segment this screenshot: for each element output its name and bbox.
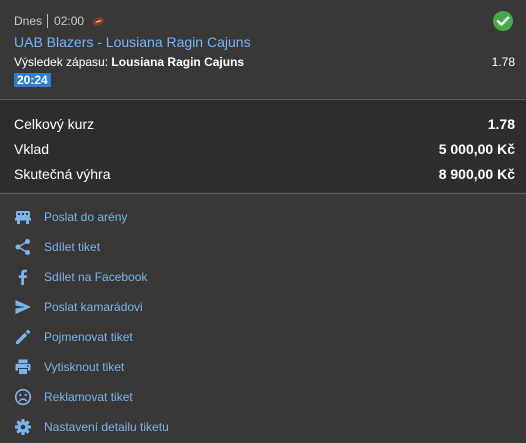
share-facebook-label: Sdílet na Facebook <box>44 270 148 284</box>
payout-row: Skutečná výhra 8 900,00 Kč <box>14 166 515 186</box>
payout-value: 8 900,00 Kč <box>438 166 515 182</box>
rename-ticket-label: Pojmenovat tiket <box>44 330 133 344</box>
live-time-badge: 20:24 <box>14 73 51 87</box>
meta-separator <box>47 14 49 28</box>
arena-icon <box>14 208 32 226</box>
ticket-actions: Poslat do arény Sdílet tiket Sdílet na F… <box>0 194 526 443</box>
ticket-summary: Celkový kurz 1.78 Vklad 5 000,00 Kč Skut… <box>0 100 526 192</box>
total-odds-value: 1.78 <box>487 116 515 132</box>
ticket-detail-settings-button[interactable]: Nastavení detailu tiketu <box>14 415 314 439</box>
send-to-arena-button[interactable]: Poslat do arény <box>14 205 314 229</box>
stake-value: 5 000,00 Kč <box>438 141 515 157</box>
send-icon <box>14 298 32 316</box>
ticket-detail: Dnes 02:00 UAB Blazers - Lousiana Ragin … <box>0 0 526 443</box>
total-odds-label: Celkový kurz <box>14 116 95 132</box>
match-meta: Dnes 02:00 <box>14 13 105 29</box>
check-circle-icon <box>493 11 513 31</box>
match-time: 02:00 <box>54 14 85 28</box>
print-ticket-label: Vytisknout tiket <box>44 360 125 374</box>
share-ticket-button[interactable]: Sdílet tiket <box>14 235 314 259</box>
share-facebook-button[interactable]: Sdílet na Facebook <box>14 265 314 289</box>
share-icon <box>14 238 32 256</box>
selection-name: Lousiana Ragin Cajuns <box>111 55 245 69</box>
send-to-friend-button[interactable]: Poslat kamarádovi <box>14 295 314 319</box>
match-day: Dnes <box>14 14 43 28</box>
ticket-detail-settings-label: Nastavení detailu tiketu <box>44 420 169 434</box>
payout-label: Skutečná výhra <box>14 166 111 182</box>
pencil-icon <box>14 328 32 346</box>
facebook-icon <box>14 268 32 286</box>
market-line: Výsledek zápasu: Lousiana Ragin Cajuns <box>14 55 244 69</box>
market-label: Výsledek zápasu: <box>14 55 109 69</box>
selection-odds: 1.78 <box>491 55 515 69</box>
send-to-arena-label: Poslat do arény <box>44 210 128 224</box>
print-ticket-button[interactable]: Vytisknout tiket <box>14 355 314 379</box>
complain-ticket-button[interactable]: Reklamovat tiket <box>14 385 314 409</box>
gear-icon <box>14 418 32 436</box>
match-block: Dnes 02:00 UAB Blazers - Lousiana Ragin … <box>0 0 526 99</box>
stake-row: Vklad 5 000,00 Kč <box>14 141 515 161</box>
share-ticket-label: Sdílet tiket <box>44 240 101 254</box>
print-icon <box>14 358 32 376</box>
stake-label: Vklad <box>14 141 50 157</box>
sad-face-icon <box>14 388 32 406</box>
send-to-friend-label: Poslat kamarádovi <box>44 300 143 314</box>
event-title-link[interactable]: UAB Blazers - Lousiana Ragin Cajuns <box>14 34 251 50</box>
american-football-icon <box>92 16 105 26</box>
total-odds-row: Celkový kurz 1.78 <box>14 116 515 136</box>
rename-ticket-button[interactable]: Pojmenovat tiket <box>14 325 314 349</box>
complain-ticket-label: Reklamovat tiket <box>44 390 133 404</box>
